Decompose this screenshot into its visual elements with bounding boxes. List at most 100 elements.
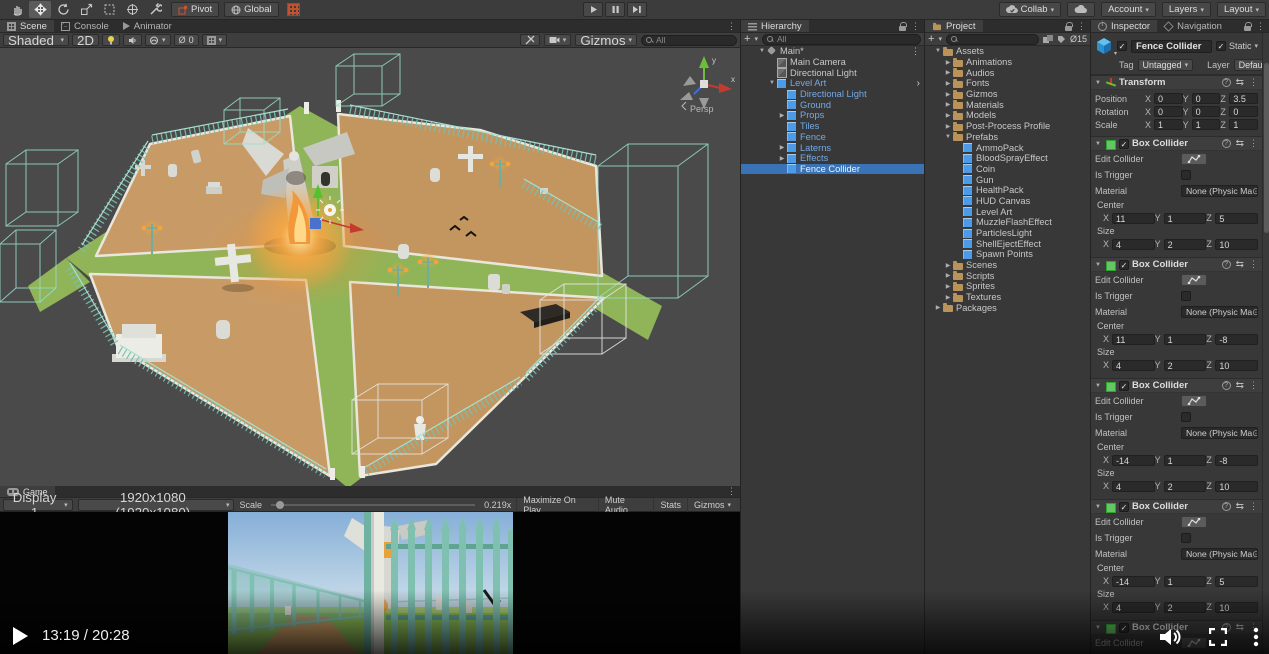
edit-collider-button[interactable]: [1181, 274, 1207, 286]
foldout-icon[interactable]: [933, 48, 943, 54]
tag-dropdown[interactable]: Untagged▾: [1138, 59, 1194, 71]
tab-animator[interactable]: Animator: [116, 20, 179, 32]
project-item[interactable]: ShellEjectEffect: [925, 238, 1090, 249]
gizmos-dropdown[interactable]: Gizmos▾: [575, 34, 637, 46]
scene-search-input[interactable]: All: [641, 35, 737, 46]
edit-collider-button[interactable]: [1181, 395, 1207, 407]
foldout-icon[interactable]: ▼: [1095, 141, 1103, 147]
center-y-field[interactable]: 1: [1164, 576, 1207, 587]
play-button[interactable]: [583, 2, 603, 17]
tab-inspector[interactable]: Inspector: [1091, 20, 1157, 32]
project-item[interactable]: HealthPack: [925, 185, 1090, 196]
project-item[interactable]: Assets: [925, 46, 1090, 57]
edit-collider-button[interactable]: [1181, 153, 1207, 165]
menu-icon[interactable]: ⋮: [1249, 77, 1258, 88]
project-item[interactable]: Fonts: [925, 78, 1090, 89]
is-trigger-checkbox[interactable]: [1181, 170, 1191, 180]
foldout-icon[interactable]: [943, 69, 953, 76]
scrollbar-thumb[interactable]: [1264, 63, 1269, 233]
foldout-icon[interactable]: [767, 80, 777, 86]
2d-toggle[interactable]: 2D: [72, 34, 99, 46]
mute-audio-toggle[interactable]: Mute Audio: [598, 498, 654, 512]
tab-project[interactable]: Project: [925, 20, 983, 32]
size-z-field[interactable]: 10: [1215, 239, 1258, 250]
tab-console[interactable]: Console: [54, 20, 116, 32]
center-x-field[interactable]: 11: [1112, 334, 1155, 345]
collab-button[interactable]: Collab▾: [999, 2, 1061, 17]
hierarchy-item[interactable]: Effects: [741, 153, 924, 164]
hierarchy-item[interactable]: Ground: [741, 99, 924, 110]
draw-mode-dropdown[interactable]: Shaded▾: [3, 34, 69, 46]
hierarchy-item[interactable]: Level Art: [741, 78, 924, 89]
y-field[interactable]: 1: [1192, 119, 1221, 130]
tab-navigation[interactable]: Navigation: [1157, 20, 1229, 32]
size-z-field[interactable]: 10: [1215, 602, 1258, 613]
item-trailing-icon[interactable]: [911, 46, 924, 57]
search-by-type-icon[interactable]: [1043, 35, 1053, 44]
hierarchy-item[interactable]: Directional Light: [741, 67, 924, 78]
stats-toggle[interactable]: Stats: [653, 498, 687, 512]
create-asset-caret[interactable]: ▾: [938, 35, 942, 43]
global-toggle-button[interactable]: Global: [224, 2, 278, 17]
tab-scene[interactable]: Scene: [0, 20, 54, 32]
help-icon[interactable]: ?: [1222, 502, 1231, 511]
menu-icon[interactable]: ⋮: [1256, 21, 1265, 32]
add-object-button[interactable]: +: [744, 34, 750, 44]
account-dropdown[interactable]: Account▾: [1101, 2, 1156, 17]
center-z-field[interactable]: -8: [1215, 334, 1258, 345]
foldout-icon[interactable]: [777, 112, 787, 119]
foldout-icon[interactable]: [943, 59, 953, 66]
project-search-input[interactable]: [946, 34, 1039, 45]
size-y-field[interactable]: 2: [1164, 239, 1207, 250]
hierarchy-item[interactable]: Props: [741, 110, 924, 121]
project-item[interactable]: Scenes: [925, 260, 1090, 271]
center-x-field[interactable]: -14: [1112, 576, 1155, 587]
center-x-field[interactable]: -14: [1112, 455, 1155, 466]
box-collider-header[interactable]: ▼ Box Collider ? ⇆ ⋮: [1091, 499, 1262, 514]
material-field[interactable]: None (Physic Ma⊙: [1181, 306, 1258, 318]
menu-icon[interactable]: ⋮: [1249, 501, 1258, 512]
help-icon[interactable]: ?: [1222, 78, 1231, 87]
pause-button[interactable]: [605, 2, 625, 17]
rect-tool-icon[interactable]: [98, 1, 120, 18]
item-trailing-icon[interactable]: [917, 78, 924, 89]
project-item[interactable]: ParticlesLight: [925, 228, 1090, 239]
component-enabled-checkbox[interactable]: [1119, 502, 1129, 512]
layer-dropdown[interactable]: Default▾: [1234, 59, 1262, 71]
component-enabled-checkbox[interactable]: [1119, 260, 1129, 270]
foldout-icon[interactable]: ▼: [1095, 80, 1103, 86]
grid-settings-icon[interactable]: ▾: [202, 34, 228, 46]
foldout-icon[interactable]: [943, 272, 953, 279]
is-trigger-checkbox[interactable]: [1181, 412, 1191, 422]
presets-icon[interactable]: ⇆: [1236, 380, 1244, 391]
foldout-icon[interactable]: [777, 144, 787, 151]
object-picker-icon[interactable]: ⊙: [1252, 186, 1258, 197]
size-z-field[interactable]: 10: [1215, 481, 1258, 492]
presets-icon[interactable]: ⇆: [1236, 259, 1244, 270]
object-picker-icon[interactable]: ⊙: [1252, 549, 1258, 560]
scene-visibility-icon[interactable]: Ø0: [174, 34, 199, 46]
project-item[interactable]: HUD Canvas: [925, 196, 1090, 207]
hierarchy-item[interactable]: Fence Collider: [741, 164, 924, 175]
scene-viewport[interactable]: y x Persp: [0, 48, 740, 486]
rotate-tool-icon[interactable]: [52, 1, 74, 18]
project-item[interactable]: Animations: [925, 57, 1090, 68]
material-field[interactable]: None (Physic Ma⊙: [1181, 548, 1258, 560]
lock-icon[interactable]: [899, 22, 906, 31]
menu-icon[interactable]: ⋮: [727, 21, 736, 32]
hierarchy-item[interactable]: Main*: [741, 46, 924, 57]
video-more-icon[interactable]: [1253, 627, 1259, 647]
size-y-field[interactable]: 2: [1164, 360, 1207, 371]
y-field[interactable]: 0: [1192, 106, 1221, 117]
static-checkbox[interactable]: [1216, 41, 1226, 51]
resolution-dropdown[interactable]: 1920x1080 (1920x1080)▾: [78, 499, 235, 511]
presets-icon[interactable]: ⇆: [1236, 501, 1244, 512]
is-trigger-checkbox[interactable]: [1181, 291, 1191, 301]
presets-icon[interactable]: ⇆: [1236, 138, 1244, 149]
menu-icon[interactable]: ⋮: [1249, 138, 1258, 149]
step-button[interactable]: [627, 2, 647, 17]
size-x-field[interactable]: 4: [1112, 481, 1155, 492]
fullscreen-icon[interactable]: [1209, 628, 1227, 646]
tools-overlay-icon[interactable]: [520, 34, 540, 46]
size-y-field[interactable]: 2: [1164, 602, 1207, 613]
